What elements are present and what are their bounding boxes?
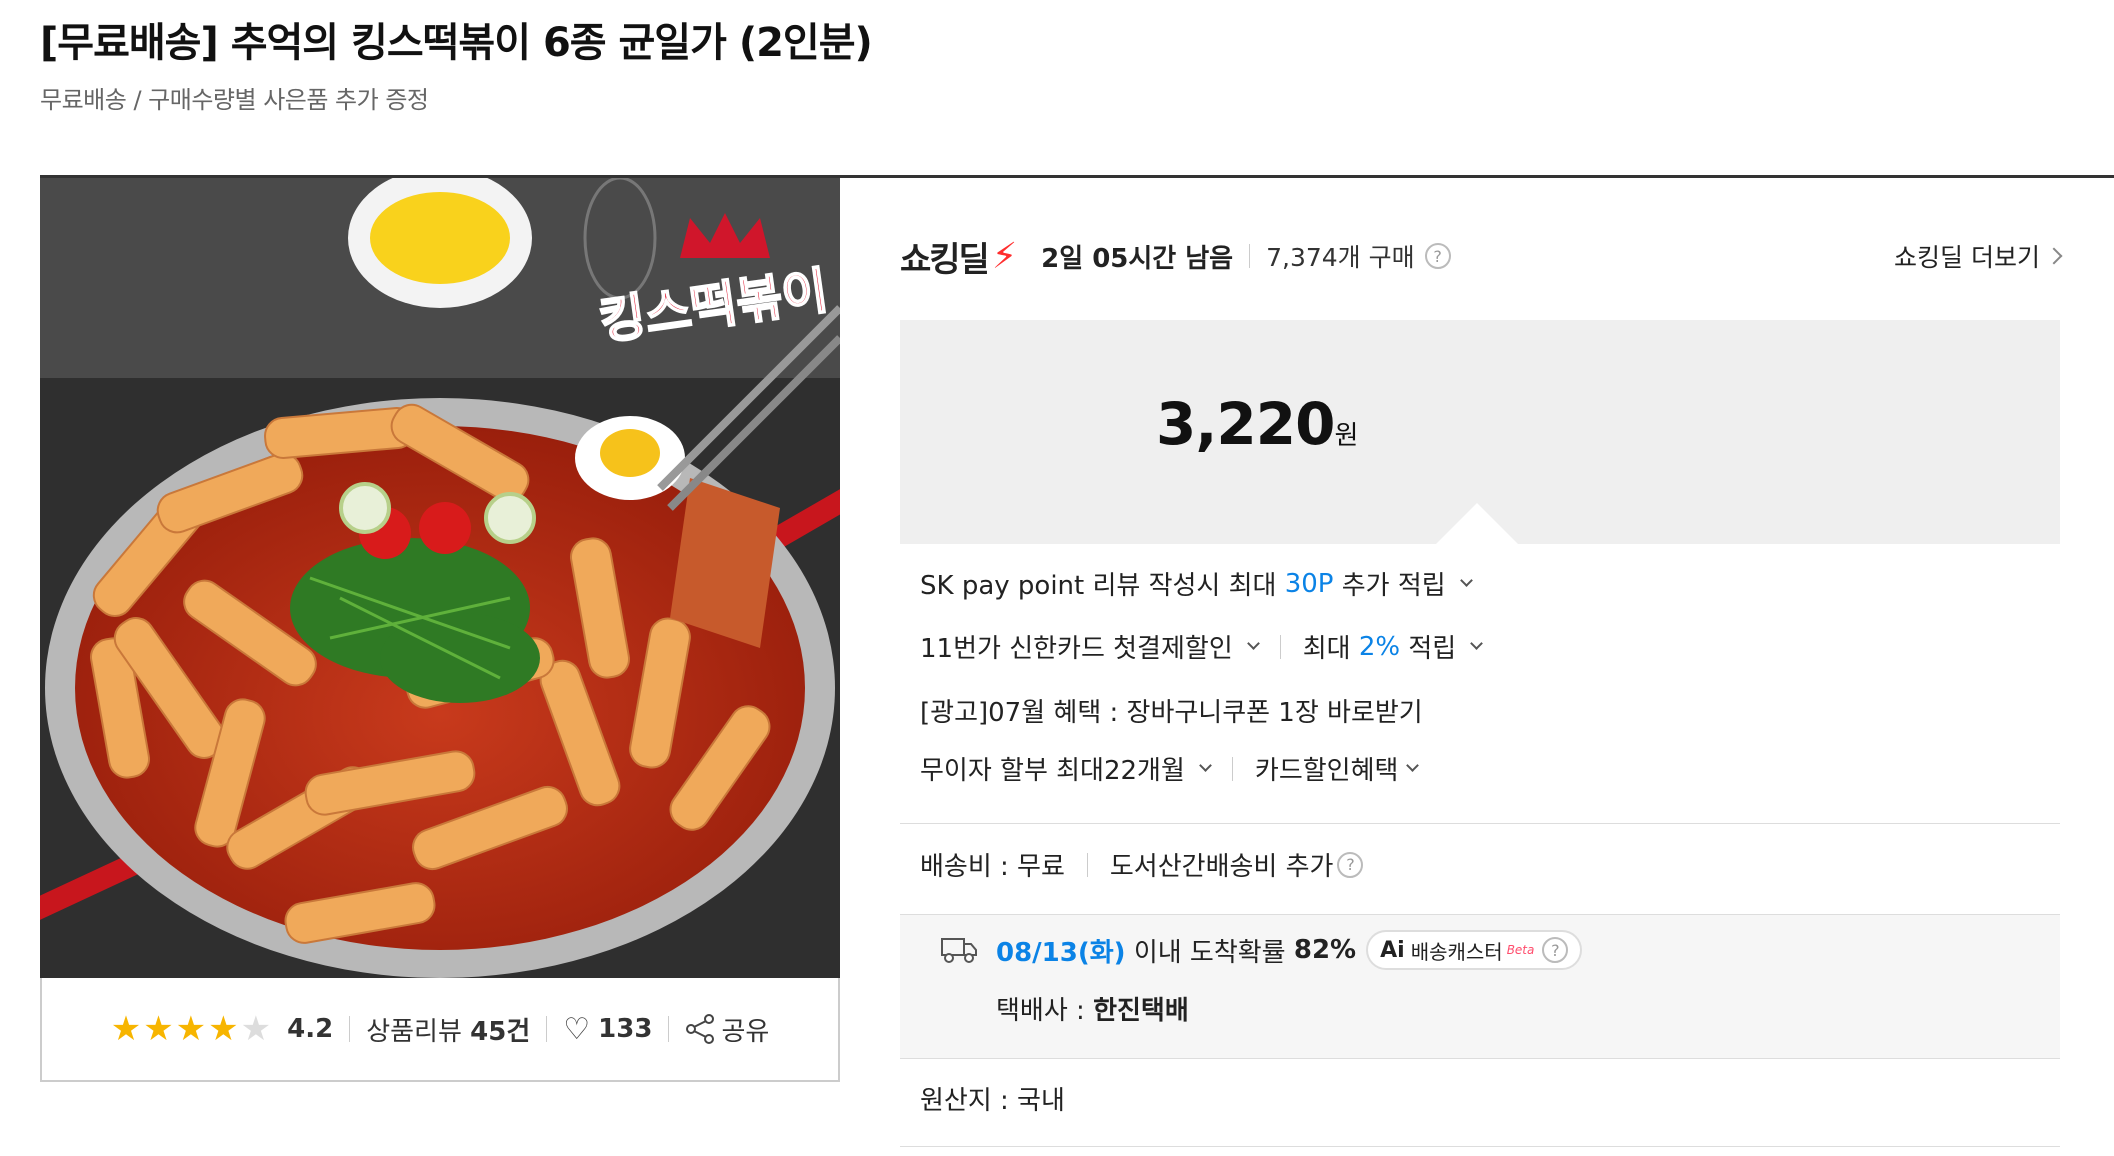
courier-name: 한진택배: [1093, 996, 1189, 1026]
price-box-notch: [1435, 503, 1519, 545]
rating-stars: ★ ★ ★ ★ ★: [111, 1012, 271, 1046]
help-icon[interactable]: ?: [1424, 243, 1451, 269]
arrival-date: 08/13(화): [996, 937, 1126, 968]
divider: [900, 1146, 2060, 1147]
ai-label: Ai: [1380, 937, 1405, 963]
divider: [1231, 756, 1233, 781]
star-icon: ★: [240, 1009, 272, 1049]
divider: [1086, 852, 1088, 877]
ad-coupon-link[interactable]: [광고]07월 혜택 : 장바구니쿠폰 1장 바로받기: [920, 692, 1423, 729]
divider: [668, 1016, 670, 1042]
courier-row: 택배사 : 한진택배: [996, 990, 1189, 1027]
product-subtitle: 무료배송 / 구매수량별 사은품 추가 증정: [40, 86, 429, 114]
shipping-row: 배송비 : 무료 도서산간배송비 추가 ?: [920, 846, 1364, 883]
card-promo-label: 11번가 신한카드 첫결제할인: [920, 634, 1233, 664]
chevron-right-icon: [2045, 247, 2063, 265]
card-promo[interactable]: 11번가 신한카드 첫결제할인: [920, 628, 1260, 665]
chevron-down-icon: [1406, 759, 1420, 772]
product-image[interactable]: 킹스떡볶이: [40, 178, 840, 978]
deal-sold-count: 7,374개 구매: [1266, 243, 1415, 272]
review-bar: ★ ★ ★ ★ ★ 4.2 상품리뷰 45건 ♡ 133 공유: [40, 978, 840, 1082]
price: 3,220원: [1156, 390, 1358, 458]
island-fee: 도서산간배송비 추가: [1109, 852, 1334, 882]
sk-pay-text: SK pay point 리뷰 작성시 최대: [920, 571, 1277, 601]
origin-info: 원산지 : 국내: [920, 1086, 1065, 1116]
ad-coupon-text: [광고]07월 혜택 : 장바구니쿠폰 1장 바로받기: [920, 698, 1423, 728]
divider: [900, 914, 2060, 915]
delivery-estimate-box: 08/13(화) 이내 도착확률 82% Ai 배송캐스터 Beta ? 택배사…: [900, 914, 2060, 1058]
deal-time-left: 2일 05시간 남음: [1041, 243, 1234, 274]
sk-pay-point: 30P: [1284, 568, 1334, 599]
truck-icon: [941, 938, 977, 963]
like-count: 133: [598, 1014, 653, 1044]
star-icon: ★: [143, 1009, 174, 1049]
divider: [349, 1016, 351, 1042]
ai-delivery-caster-badge[interactable]: Ai 배송캐스터 Beta ?: [1366, 930, 1583, 970]
card-benefit-row: 11번가 신한카드 첫결제할인 최대 2% 적립: [920, 628, 1484, 665]
installment-row: 무이자 할부 최대22개월 카드할인혜택: [920, 750, 1420, 787]
delivery-estimate-row: 08/13(화) 이내 도착확률 82% Ai 배송캐스터 Beta ?: [940, 930, 1583, 970]
sk-pay-suffix: 추가 적립: [1341, 571, 1446, 601]
star-icon: ★: [175, 1009, 207, 1049]
divider: [1249, 244, 1251, 268]
chevron-down-icon: [1470, 637, 1484, 650]
lightning-icon: ⚡: [991, 235, 1017, 277]
heart-icon: ♡: [563, 1011, 591, 1047]
divider: [1279, 634, 1281, 659]
arrival-text: 이내 도착확률: [1133, 937, 1286, 968]
shocking-deal-logo: 쇼킹딜 ⚡: [900, 232, 1017, 281]
star-icon: ★: [208, 1009, 239, 1049]
courier-label: 택배사 :: [996, 996, 1085, 1026]
chevron-down-icon: [1199, 759, 1212, 772]
max-reward-pct: 2%: [1358, 631, 1401, 662]
help-icon[interactable]: ?: [1542, 937, 1569, 963]
max-reward-suffix: 적립: [1408, 634, 1457, 664]
divider: [546, 1016, 548, 1042]
installment-label: 무이자 할부 최대22개월: [920, 756, 1185, 786]
rating-value: 4.2: [287, 1014, 334, 1044]
card-discount-dropdown[interactable]: 카드할인혜택: [1254, 750, 1420, 787]
product-title: [무료배송] 추억의 킹스떡볶이 6종 균일가 (2인분): [40, 20, 873, 66]
shipping-fee: 배송비 : 무료: [920, 852, 1065, 882]
installment-dropdown[interactable]: 무이자 할부 최대22개월: [920, 750, 1212, 787]
review-link[interactable]: 상품리뷰 45건: [366, 1011, 530, 1048]
sk-pay-benefit[interactable]: SK pay point 리뷰 작성시 최대 30P 추가 적립: [920, 565, 1473, 602]
like-button[interactable]: ♡ 133: [563, 1012, 652, 1047]
help-icon[interactable]: ?: [1337, 851, 1364, 878]
divider: [900, 823, 2060, 824]
deal-more-label: 쇼킹딜 더보기: [1894, 243, 2040, 272]
chevron-down-icon: [1459, 574, 1473, 587]
deal-row: 쇼킹딜 ⚡ 2일 05시간 남음 7,374개 구매 ? 쇼킹딜 더보기: [900, 226, 2063, 286]
caster-label: 배송캐스터: [1410, 939, 1503, 964]
max-reward[interactable]: 최대 2% 적립: [1302, 628, 1484, 665]
share-button[interactable]: 공유: [685, 1011, 769, 1048]
deal-more-link[interactable]: 쇼킹딜 더보기: [1894, 238, 2063, 274]
deal-logo-text: 쇼킹딜: [900, 239, 990, 280]
review-count: 45건: [470, 1016, 531, 1047]
beta-label: Beta: [1506, 943, 1535, 957]
share-icon: [686, 1014, 715, 1044]
price-unit: 원: [1334, 421, 1358, 451]
price-amount: 3,220: [1156, 390, 1335, 458]
divider: [900, 1058, 2060, 1059]
card-discount-label: 카드할인혜택: [1254, 756, 1399, 786]
share-label: 공유: [721, 1016, 770, 1047]
arrival-probability: 82%: [1293, 935, 1357, 965]
review-label: 상품리뷰: [366, 1016, 462, 1047]
max-reward-prefix: 최대: [1302, 634, 1351, 664]
chevron-down-icon: [1246, 637, 1260, 650]
star-icon: ★: [110, 1009, 142, 1049]
